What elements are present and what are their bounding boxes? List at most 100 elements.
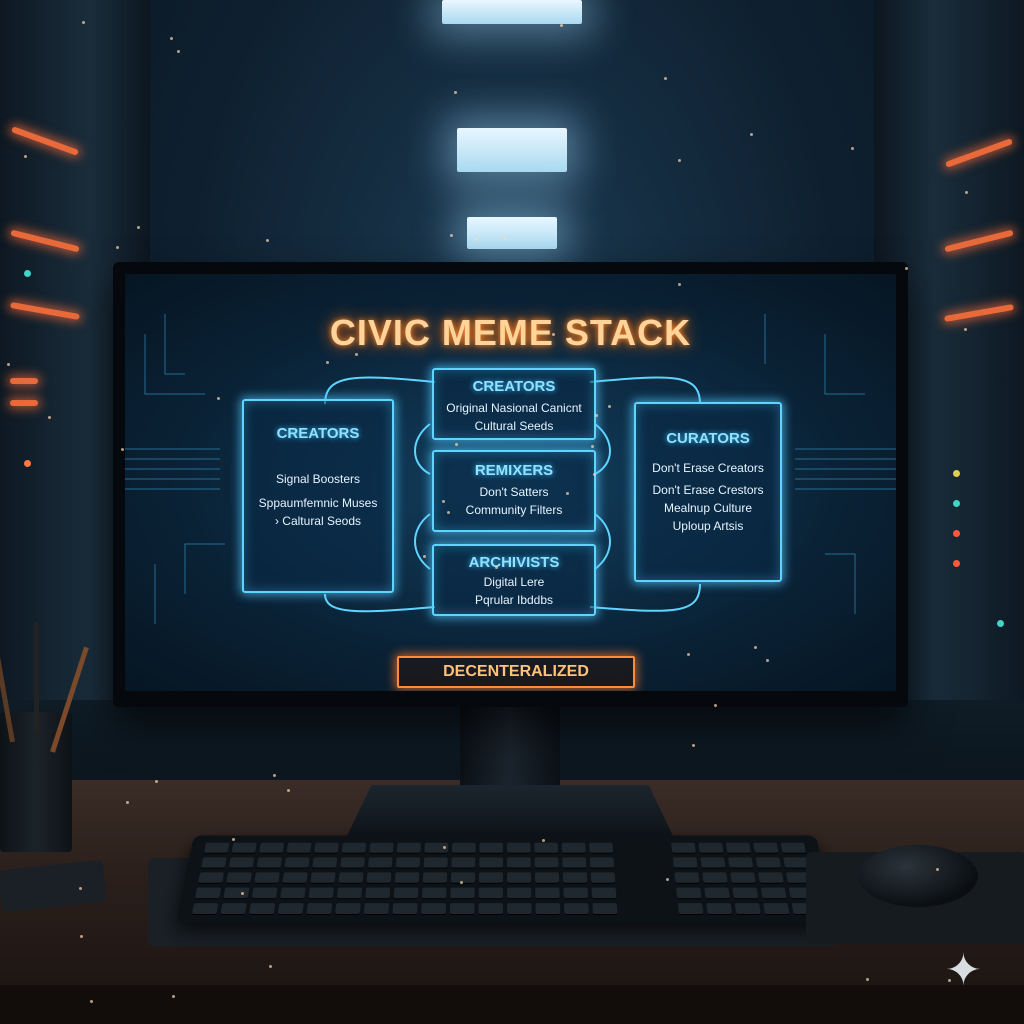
key: [755, 857, 782, 869]
key: [335, 903, 361, 916]
footer-banner: DECENTERALIZED EXPRESSION: [397, 656, 635, 688]
ceiling-light: [457, 128, 567, 172]
key: [535, 887, 560, 900]
dust-particle: [447, 511, 450, 514]
dust-particle: [326, 361, 329, 364]
key: [312, 857, 338, 869]
key: [753, 842, 779, 854]
key: [251, 887, 278, 900]
key: [422, 872, 448, 884]
dust-particle: [503, 237, 506, 240]
dust-particle: [750, 133, 753, 136]
dust-particle: [287, 789, 290, 792]
key: [702, 872, 728, 884]
key: [340, 857, 365, 869]
dust-particle: [936, 868, 939, 871]
key: [563, 887, 589, 900]
key: [698, 842, 724, 854]
keyboard: [175, 835, 835, 924]
pencil: [34, 622, 39, 732]
dust-particle: [90, 1000, 93, 1003]
dust-particle: [241, 892, 244, 895]
key: [506, 872, 532, 884]
box-line: Don't Satters: [479, 485, 549, 499]
dust-particle: [866, 978, 869, 981]
key: [200, 857, 227, 869]
box-heading: ARCHIVISTS: [468, 554, 560, 571]
box-line: Mealnup Culture: [663, 501, 753, 515]
key: [672, 857, 698, 869]
mouse: [858, 845, 978, 907]
key: [284, 857, 310, 869]
key: [671, 842, 696, 854]
dust-particle: [664, 77, 667, 80]
key: [760, 887, 787, 900]
key: [256, 857, 283, 869]
key: [562, 872, 588, 884]
screen-title: CIVIC MEME STACK: [329, 312, 692, 353]
key: [732, 887, 759, 900]
dust-particle: [560, 24, 563, 27]
key: [421, 887, 447, 900]
key: [704, 887, 731, 900]
key: [706, 903, 733, 916]
sparkle-icon: ✦: [945, 945, 982, 996]
key: [225, 872, 252, 884]
box-line: Don't Erase Crestors: [652, 483, 764, 497]
dust-particle: [964, 328, 967, 331]
dust-particle: [273, 774, 276, 777]
box-line: Cultural Seeds: [474, 419, 554, 433]
key: [700, 857, 726, 869]
key: [231, 842, 257, 854]
key: [451, 857, 476, 869]
dust-particle: [948, 979, 951, 982]
key: [421, 903, 447, 916]
monitor-stand: [345, 785, 675, 840]
dust-particle: [766, 659, 769, 662]
dust-particle: [687, 653, 690, 656]
dust-particle: [608, 405, 611, 408]
dust-particle: [552, 333, 555, 336]
key: [763, 903, 790, 916]
key: [308, 887, 334, 900]
curators-box: CURATORS Don't Erase Creators Don't Eras…: [634, 402, 782, 582]
dust-particle: [155, 780, 158, 783]
key: [277, 903, 304, 916]
key: [395, 857, 421, 869]
dust-particle: [172, 995, 175, 998]
dust-particle: [24, 155, 27, 158]
key: [338, 872, 364, 884]
remixers-box: REMIXERS Don't Satters Community Filters: [432, 450, 596, 532]
dust-particle: [137, 226, 140, 229]
dust-particle: [126, 801, 129, 804]
creators-box-left: CREATORS Signal Boosters Sppaumfemnic Mu…: [242, 399, 394, 593]
key: [194, 887, 222, 900]
box-line: Community Filters: [465, 503, 563, 517]
key: [535, 903, 561, 916]
dust-particle: [79, 887, 82, 890]
box-heading: CREATORS: [472, 378, 556, 395]
monitor: CIVIC MEME STACK CREATORS Signal Booster…: [113, 262, 908, 707]
key: [677, 903, 704, 916]
box-line: Don't Erase Creators: [652, 461, 764, 475]
key: [451, 842, 476, 854]
key: [223, 887, 250, 900]
dust-particle: [443, 846, 446, 849]
dust-particle: [542, 839, 545, 842]
dust-particle: [666, 878, 669, 881]
dust-particle: [48, 416, 51, 419]
dust-particle: [116, 246, 119, 249]
dust-particle: [851, 147, 854, 150]
key: [423, 857, 448, 869]
ceiling-light: [442, 0, 582, 24]
key: [341, 842, 367, 854]
key: [507, 887, 532, 900]
dust-particle: [692, 744, 695, 747]
key: [589, 842, 614, 854]
archivists-box: ARCHIVISTS Digital Lere Pqrular Ibddbs: [432, 544, 596, 616]
box-line: Pqrular Ibddbs: [474, 593, 554, 607]
key: [725, 842, 752, 854]
dust-particle: [460, 881, 463, 884]
key: [561, 842, 586, 854]
box-line: › Caltural Seods: [274, 514, 362, 528]
